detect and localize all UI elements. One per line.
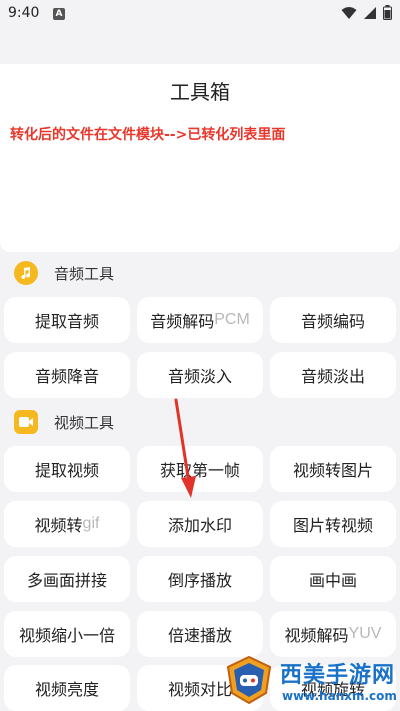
status-bar: 9:40 A xyxy=(0,0,400,28)
picture-in-picture-button[interactable]: 画中画 xyxy=(270,556,396,602)
wifi-icon xyxy=(341,6,357,19)
reverse-play-button[interactable]: 倒序播放 xyxy=(137,556,263,602)
audio-section-header: 音频工具 xyxy=(14,259,114,287)
video-section-label: 视频工具 xyxy=(54,413,115,432)
video-play-icon xyxy=(14,410,38,434)
watermark-url: www.hanxm.com xyxy=(282,689,397,703)
title-bar: 工具箱 xyxy=(0,64,400,114)
video-brightness-button[interactable]: 视频亮度 xyxy=(4,665,130,711)
audio-fade-in-button[interactable]: 音频淡入 xyxy=(137,352,263,398)
video-to-image-button[interactable]: 视频转图片 xyxy=(270,446,396,492)
watermark-logo-icon xyxy=(226,655,272,705)
audio-encode-button[interactable]: 音频编码 xyxy=(270,297,396,343)
image-to-video-button[interactable]: 图片转视频 xyxy=(270,501,396,547)
video-section-header: 视频工具 xyxy=(14,408,114,436)
extract-video-button[interactable]: 提取视频 xyxy=(4,446,130,492)
audio-section-label: 音频工具 xyxy=(54,264,115,283)
audio-decode-pcm-button[interactable]: 音频解码 PCM xyxy=(137,297,263,343)
video-to-gif-button[interactable]: 视频转 gif xyxy=(4,501,130,547)
page-title: 工具箱 xyxy=(170,80,230,104)
watermark-title: 西美手游网 xyxy=(280,663,396,688)
audio-fade-out-button[interactable]: 音频淡出 xyxy=(270,352,396,398)
multi-screen-stitch-button[interactable]: 多画面拼接 xyxy=(4,556,130,602)
notification-a-icon: A xyxy=(53,8,65,20)
notice-text: 转化后的文件在文件模块-->已转化列表里面 xyxy=(10,127,286,143)
battery-icon xyxy=(383,5,392,20)
notice-bar: 转化后的文件在文件模块-->已转化列表里面 xyxy=(0,114,400,152)
music-note-icon xyxy=(14,261,38,285)
extract-audio-button[interactable]: 提取音频 xyxy=(4,297,130,343)
status-time: 9:40 xyxy=(8,5,40,21)
signal-icon xyxy=(364,6,376,19)
get-first-frame-button[interactable]: 获取第一帧 xyxy=(137,446,263,492)
site-watermark: 西美手游网 www.hanxm.com xyxy=(222,651,400,711)
video-shrink-half-button[interactable]: 视频缩小一倍 xyxy=(4,611,130,657)
blank-card xyxy=(0,152,400,252)
audio-denoise-button[interactable]: 音频降音 xyxy=(4,352,130,398)
status-icons xyxy=(341,5,392,20)
add-watermark-button[interactable]: 添加水印 xyxy=(137,501,263,547)
